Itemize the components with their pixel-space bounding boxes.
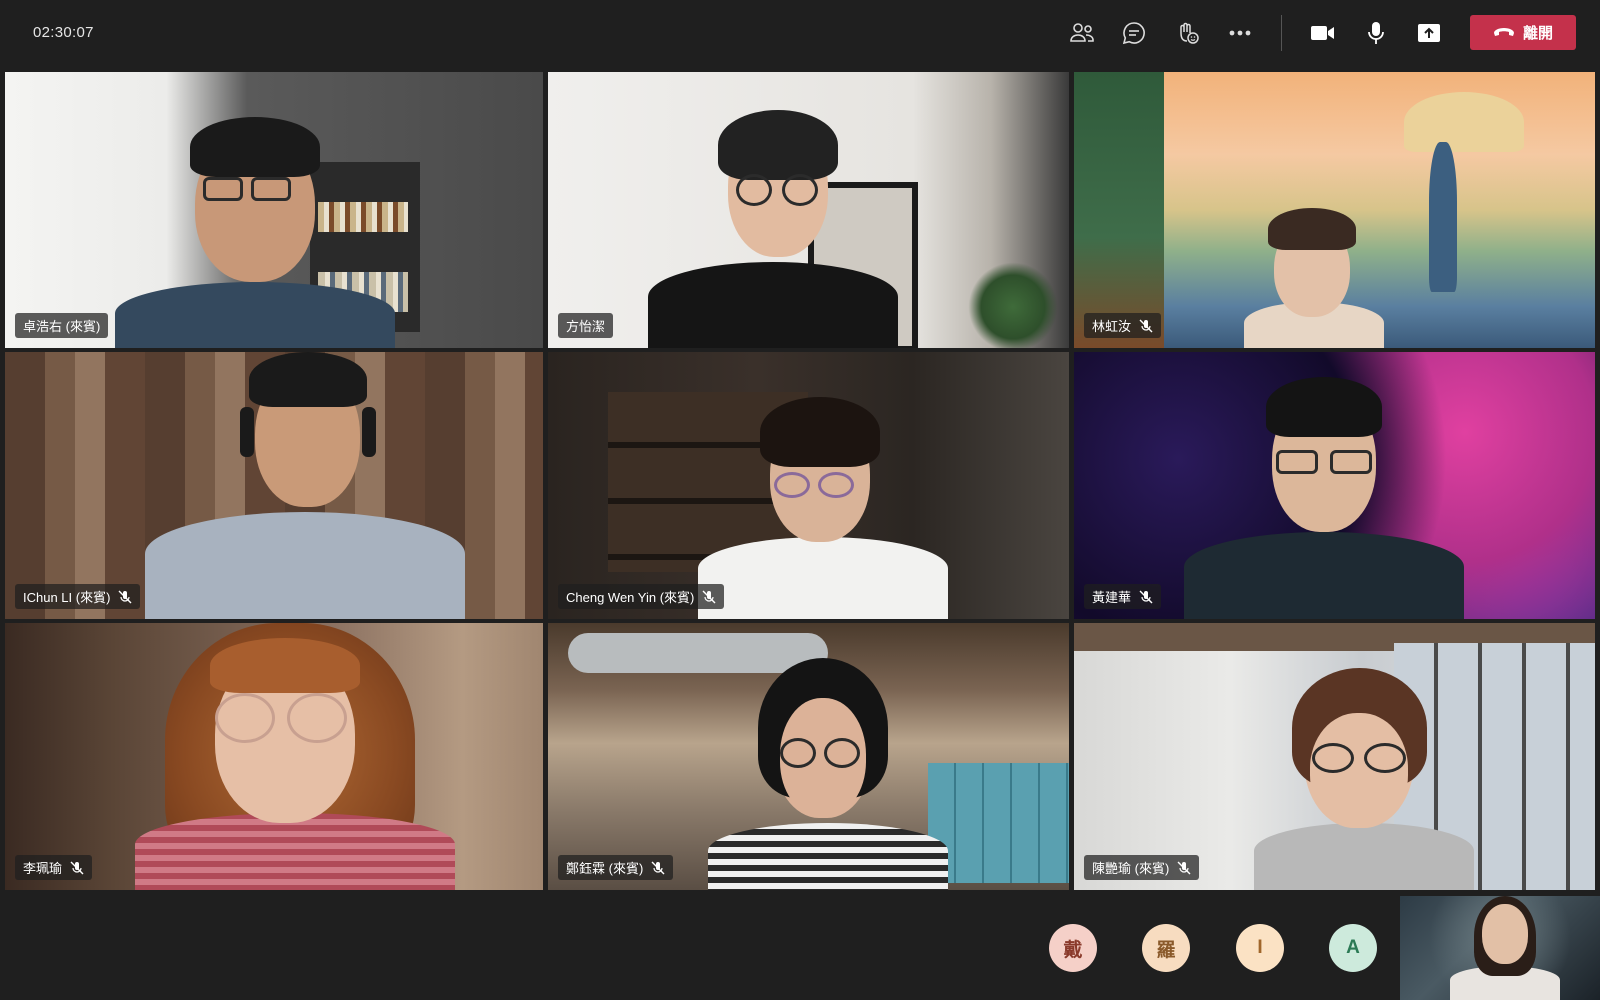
video-tile[interactable]: 黃建華 [1074,352,1595,619]
mic-off-icon [1177,861,1191,875]
participant-name-tag: 方怡潔 [558,313,614,338]
astronaut-illustration [1429,142,1457,292]
participant-name-tag: 鄭鈺霖 (來賓) [558,855,674,880]
share-screen-icon[interactable] [1413,17,1445,49]
participant-name: 陳艷瑜 (來賓) [1092,861,1170,876]
participant-video [95,623,455,890]
participant-name-tag: Cheng Wen Yin (來賓) [558,584,725,609]
video-tile[interactable]: 陳艷瑜 (來賓) [1074,623,1595,890]
participant-name-tag: IChun LI (來賓) [15,584,141,609]
phone-hangup-icon [1493,24,1515,42]
people-icon[interactable] [1066,17,1098,49]
participant-name: 鄭鈺霖 (來賓) [566,861,644,876]
headphones-earcup [362,407,376,457]
video-tile[interactable]: 李珮瑜 [5,623,543,890]
video-tile[interactable]: 林虹汝 [1074,72,1595,348]
participant-name-tag: 黃建華 [1084,584,1162,609]
participant-name: 李珮瑜 [23,861,63,876]
video-tile[interactable]: Cheng Wen Yin (來賓) [548,352,1069,619]
participant-video [698,653,958,890]
participant-video [1244,202,1384,348]
participant-video [115,112,395,348]
chat-icon[interactable] [1118,17,1150,49]
self-view-video[interactable] [1400,896,1600,1000]
headphones-icon [240,407,254,457]
participant-video [145,352,465,619]
mic-off-icon [702,590,716,604]
leave-label: 離開 [1522,25,1553,42]
microphone-icon[interactable] [1360,17,1392,49]
participant-name-tag: 卓浩右 (來賓) [15,313,109,338]
mic-off-icon [651,861,665,875]
participant-name: IChun LI (來賓) [23,590,111,605]
participant-name-tag: 林虹汝 [1084,313,1162,338]
avatar-initial: I [1257,937,1263,958]
participant-avatar[interactable]: I [1236,924,1284,972]
meeting-toolbar: 02:30:07 離開 [0,0,1600,66]
participant-video [698,392,958,619]
participant-name: 黃建華 [1092,590,1132,605]
leave-button[interactable]: 離開 [1470,15,1576,50]
mic-off-icon [1139,319,1153,333]
participant-name-tag: 陳艷瑜 (來賓) [1084,855,1200,880]
mic-off-icon [70,861,84,875]
participant-avatar[interactable]: 羅 [1142,924,1190,972]
participant-name-tag: 李珮瑜 [15,855,93,880]
participant-video [1184,372,1464,619]
avatar-initial: 戴 [1063,939,1083,961]
mic-off-icon [1139,590,1153,604]
participant-video [648,102,908,348]
participant-avatar[interactable]: A [1329,924,1377,972]
mic-off-icon [118,590,132,604]
video-tile[interactable]: 鄭鈺霖 (來賓) [548,623,1069,890]
reactions-icon[interactable] [1171,17,1203,49]
participant-name: 方怡潔 [566,319,606,334]
participant-name: Cheng Wen Yin (來賓) [566,590,695,605]
participant-name: 林虹汝 [1092,319,1132,334]
camera-icon[interactable] [1307,17,1339,49]
plant [968,262,1058,348]
video-tile[interactable]: 方怡潔 [548,72,1069,348]
avatar-initial: 羅 [1156,939,1176,961]
video-tile[interactable]: 卓浩右 (來賓) [5,72,543,348]
participant-avatar[interactable]: 戴 [1049,924,1097,972]
avatar-initial: A [1346,937,1360,958]
video-tile[interactable]: IChun LI (來賓) [5,352,543,619]
tree-illustration [1074,72,1164,348]
toolbar-divider [1281,15,1282,51]
participant-video [1244,663,1484,890]
participant-name: 卓浩右 (來賓) [23,319,101,334]
more-icon[interactable] [1224,17,1256,49]
self-view-person [1450,896,1560,1000]
meeting-timer: 02:30:07 [33,24,94,41]
castle-illustration [1404,92,1524,152]
